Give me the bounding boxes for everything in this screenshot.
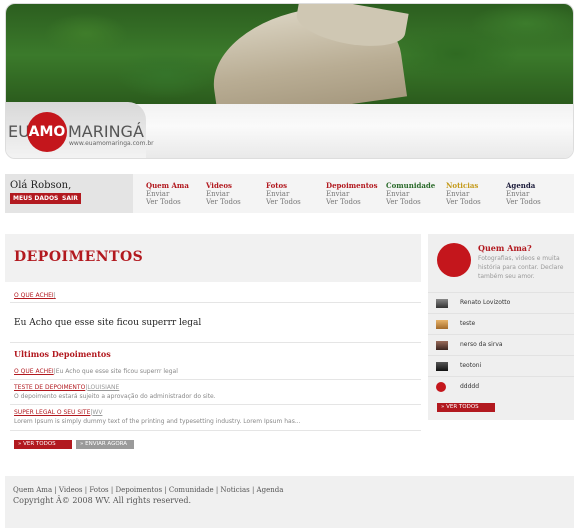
sidebar-person[interactable]: nerso da sirva [428, 334, 574, 355]
nav-title[interactable]: Fotos [266, 182, 301, 190]
nav-send-link[interactable]: Enviar [386, 190, 435, 198]
nav-see-all-link[interactable]: Ver Todos [506, 198, 541, 206]
sidebar-see-all-button[interactable]: » VER TODOS [437, 403, 495, 412]
person-name[interactable]: nerso da sirva [460, 341, 503, 348]
divider [10, 430, 421, 431]
person-name[interactable]: ddddd [460, 383, 479, 390]
divider [10, 302, 421, 303]
divider [10, 342, 421, 343]
featured-title[interactable]: O QUE ACHEI [14, 292, 54, 299]
nav-see-all-link[interactable]: Ver Todos [446, 198, 481, 206]
nav-item-videos[interactable]: Videos Enviar Ver Todos [206, 182, 241, 207]
nav-title[interactable]: Comunidade [386, 182, 435, 190]
nav-see-all-link[interactable]: Ver Todos [146, 198, 189, 206]
person-name[interactable]: Renato Lovizotto [460, 299, 510, 306]
footer-links[interactable]: Quem Ama | Videos | Fotos | Depoimentos … [13, 486, 283, 494]
list-item[interactable]: TESTE DE DEPOIMENTO|LOUISIANE [14, 384, 119, 391]
page-title: DEPOIMENTOS [14, 249, 144, 265]
logout-button[interactable]: SAIR [59, 193, 81, 204]
sidebar-quem-ama: Quem Ama? Fotografias, videos e muita hi… [428, 234, 574, 420]
person-name[interactable]: teotoni [460, 362, 481, 369]
sidebar-person[interactable]: Renato Lovizotto [428, 292, 574, 313]
footer: Quem Ama | Videos | Fotos | Depoimentos … [5, 476, 574, 528]
nav-title[interactable]: Quem Ama [146, 182, 189, 190]
logo-heart[interactable]: AMO [27, 112, 67, 152]
divider [10, 404, 421, 405]
featured-title-link[interactable]: O QUE ACHEI| [14, 292, 56, 299]
nav-title[interactable]: Videos [206, 182, 241, 190]
footer-copyright: Copyright Â© 2008 WV. All rights reserve… [13, 496, 191, 505]
send-now-button[interactable]: » ENVIAR AGORA [76, 440, 134, 449]
see-all-button[interactable]: » VER TODOS [14, 440, 72, 449]
heart-icon [436, 382, 446, 392]
sidebar-person[interactable]: ddddd [428, 376, 574, 397]
nav-send-link[interactable]: Enviar [506, 190, 541, 198]
sidebar-person[interactable]: teste [428, 313, 574, 334]
nav-see-all-link[interactable]: Ver Todos [326, 198, 378, 206]
my-data-button[interactable]: MEUS DADOS [10, 193, 62, 204]
nav-item-fotos[interactable]: Fotos Enviar Ver Todos [266, 182, 301, 207]
main-content: DEPOIMENTOS O QUE ACHEI| Eu Acho que ess… [5, 234, 421, 467]
latest-testimonials-title: Ultimos Depoimentos [14, 349, 111, 359]
logo-text-maringa[interactable]: MARINGÁ [68, 122, 144, 141]
nav-title[interactable]: Noticias [446, 182, 481, 190]
nav-send-link[interactable]: Enviar [206, 190, 241, 198]
title-box: DEPOIMENTOS [5, 234, 421, 282]
photo-icon [436, 341, 448, 350]
nav-item-quem-ama[interactable]: Quem Ama Enviar Ver Todos [146, 182, 189, 207]
main-nav: Quem Ama Enviar Ver Todos Videos Enviar … [133, 174, 574, 213]
user-greeting: Olá Robson, [10, 180, 72, 191]
list-item[interactable]: O QUE ACHEI|Eu Acho que esse site ficou … [14, 368, 178, 375]
nav-item-noticias[interactable]: Noticias Enviar Ver Todos [446, 182, 481, 207]
nav-send-link[interactable]: Enviar [266, 190, 301, 198]
testimonial-excerpt: Lorem Ipsum is simply dummy text of the … [14, 418, 301, 425]
photo-icon [436, 299, 448, 308]
nav-see-all-link[interactable]: Ver Todos [266, 198, 301, 206]
testimonial-author-link[interactable]: LOUISIANE [87, 384, 119, 391]
nav-send-link[interactable]: Enviar [146, 190, 189, 198]
nav-item-depoimentos[interactable]: Depoimentos Enviar Ver Todos [326, 182, 378, 207]
nav-title[interactable]: Agenda [506, 182, 541, 190]
nav-see-all-link[interactable]: Ver Todos [206, 198, 241, 206]
nav-see-all-link[interactable]: Ver Todos [386, 198, 435, 206]
user-box: Olá Robson, MEUS DADOS SAIR [5, 174, 133, 213]
testimonial-text: Eu Acho que esse site ficou superrr lega… [55, 368, 178, 375]
photo-icon [436, 320, 448, 329]
list-item[interactable]: SUPER LEGAL O SEU SITE|WV [14, 409, 102, 416]
divider [10, 379, 421, 380]
featured-testimonial: Eu Acho que esse site ficou superrr lega… [14, 318, 202, 328]
testimonial-title-link[interactable]: SUPER LEGAL O SEU SITE [14, 409, 90, 416]
sidebar-person[interactable]: teotoni [428, 355, 574, 376]
photo-icon [436, 362, 448, 371]
nav-item-agenda[interactable]: Agenda Enviar Ver Todos [506, 182, 541, 207]
testimonial-excerpt: O depoimento estará sujeito a aprovação … [14, 393, 216, 400]
nav-send-link[interactable]: Enviar [446, 190, 481, 198]
logo-url: www.euamomaringa.com.br [69, 140, 154, 147]
nav-title[interactable]: Depoimentos [326, 182, 378, 190]
heart-icon [437, 243, 471, 277]
testimonial-author-link[interactable]: WV [92, 409, 102, 416]
nav-send-link[interactable]: Enviar [326, 190, 378, 198]
testimonial-title-link[interactable]: O QUE ACHEI [14, 368, 54, 375]
testimonial-title-link[interactable]: TESTE DE DEPOIMENTO [14, 384, 85, 391]
nav-item-comunidade[interactable]: Comunidade Enviar Ver Todos [386, 182, 435, 207]
person-name[interactable]: teste [460, 320, 475, 327]
sidebar-description: Fotografias, videos e muita história par… [478, 255, 564, 280]
sidebar-title[interactable]: Quem Ama? [478, 243, 532, 253]
separator: | [53, 292, 56, 299]
